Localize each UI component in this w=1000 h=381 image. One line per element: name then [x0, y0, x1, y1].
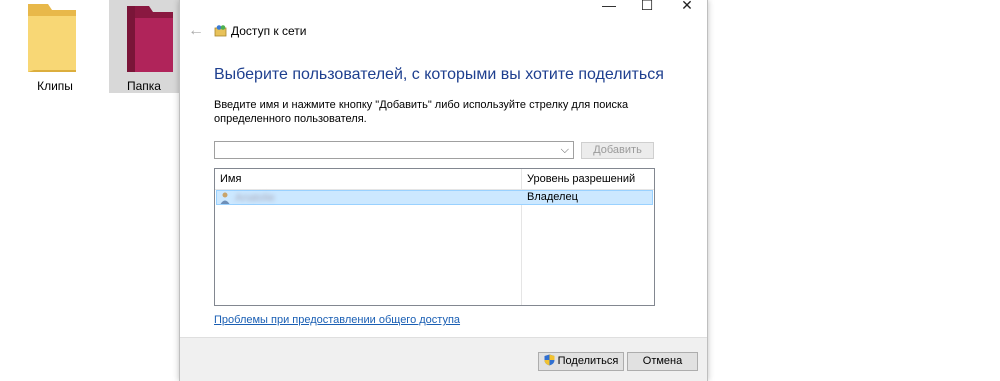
uac-shield-icon [544, 354, 555, 366]
user-name: Anatolie [235, 192, 275, 204]
desktop-icon-label: Клипы [37, 79, 73, 93]
share-button-label: Поделиться [557, 355, 619, 367]
desktop-icon-folder[interactable]: Папка [109, 0, 179, 93]
share-dialog: — ☐ ✕ ← Доступ к сети Выберите пользоват… [179, 0, 708, 381]
minimize-button[interactable]: — [590, 0, 628, 15]
maximize-button[interactable]: ☐ [628, 0, 666, 15]
chevron-down-icon[interactable]: ⌵ [561, 144, 569, 157]
close-button[interactable]: ✕ [668, 0, 706, 15]
permission-level[interactable]: Владелец [527, 191, 578, 203]
column-header-permission[interactable]: Уровень разрешений [527, 173, 635, 185]
folder-icon [28, 4, 76, 72]
desktop-icon-clips[interactable]: Клипы [20, 0, 90, 93]
instruction-text: Введите имя и нажмите кнопку "Добавить" … [214, 99, 629, 125]
user-icon [220, 192, 230, 204]
desktop-icon-label: Папка [127, 79, 161, 93]
folder-icon [127, 6, 173, 72]
sharing-problems-link[interactable]: Проблемы при предоставлении общего досту… [214, 314, 460, 326]
back-arrow-icon[interactable]: ← [188, 22, 204, 40]
share-button[interactable]: Поделиться [538, 352, 624, 371]
network-share-icon [214, 25, 227, 37]
cancel-button[interactable]: Отмена [627, 352, 698, 371]
column-header-name[interactable]: Имя [220, 173, 241, 185]
dialog-heading: Выберите пользователей, с которыми вы хо… [214, 66, 664, 83]
list-header: Имя Уровень разрешений [215, 169, 654, 190]
user-name-combobox[interactable]: ⌵ [214, 141, 574, 159]
users-list[interactable]: Имя Уровень разрешений Anatolie Владелец [214, 168, 655, 306]
dialog-title: Доступ к сети [231, 24, 307, 38]
list-item[interactable]: Anatolie Владелец [216, 190, 653, 205]
add-button[interactable]: Добавить [581, 142, 654, 159]
